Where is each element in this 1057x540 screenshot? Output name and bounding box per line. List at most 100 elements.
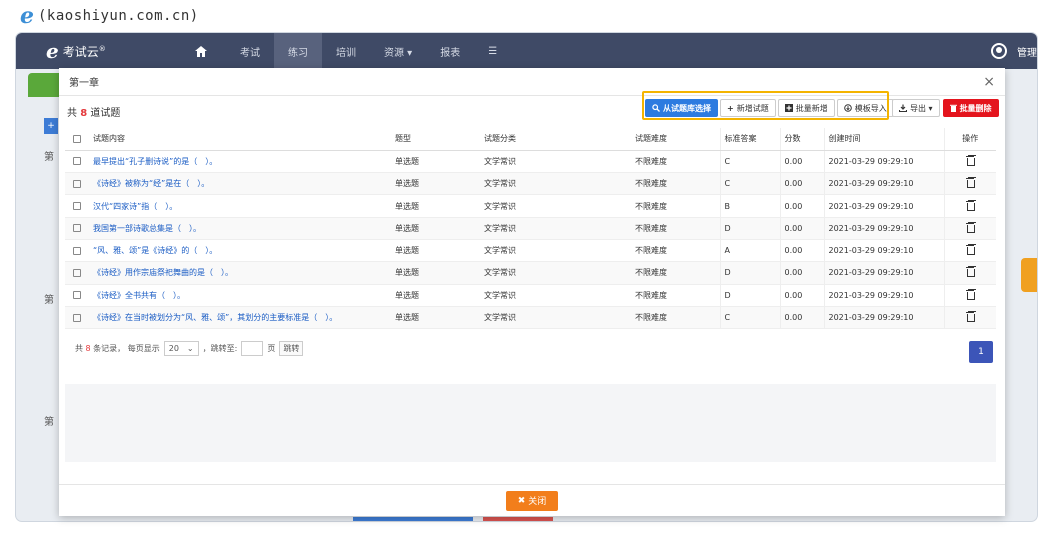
user-icon[interactable]	[991, 43, 1007, 59]
delete-icon[interactable]	[943, 261, 996, 285]
jump-page-input[interactable]	[241, 341, 264, 356]
watermark: 𝒆 (kaoshiyun.com.cn)	[20, 4, 199, 28]
close-icon[interactable]: ×	[983, 74, 995, 90]
plus-square-icon	[784, 104, 793, 112]
question-score: 0.00	[779, 150, 824, 174]
select-all-checkbox[interactable]	[65, 128, 89, 151]
question-content[interactable]: “风、雅、颂”是《诗经》的（ ）。	[89, 239, 391, 263]
question-difficulty: 不限难度	[631, 217, 720, 240]
brand[interactable]: e 考试云®	[46, 39, 156, 63]
table-row: 我国第一部诗歌总集是（ ）。 单选题 文学常识 不限难度 D 0.00 2021-03-29…	[65, 217, 996, 240]
row-checkbox[interactable]	[65, 306, 89, 330]
batch-add-button[interactable]: 批量新增	[777, 99, 835, 117]
page-number-button[interactable]: 1	[969, 341, 993, 363]
delete-icon[interactable]	[943, 306, 996, 330]
template-import-button[interactable]: 模板导入	[836, 99, 894, 117]
add-question-label: 新增试题	[736, 103, 769, 113]
row-checkbox[interactable]	[65, 217, 89, 240]
modal-header: 第一章 ×	[59, 68, 1005, 96]
menu-icon[interactable]: ☰	[474, 33, 511, 69]
created-time: 2021-03-29 09:29:10	[823, 261, 944, 285]
background-chapter-label: 第	[44, 417, 54, 428]
question-content[interactable]: 最早提出“孔子删诗说”的是（ ）。	[89, 150, 391, 174]
standard-answer: D	[719, 261, 780, 285]
standard-answer: C	[719, 306, 780, 330]
question-score: 0.00	[779, 217, 824, 240]
nav-right: 管理	[991, 43, 1037, 59]
question-content[interactable]: 《诗经》被称为“经”是在（ ）。	[89, 172, 391, 196]
total-count: 共 8 道试题	[67, 107, 121, 119]
question-content[interactable]: 《诗经》全书共有（ ）。	[89, 284, 391, 307]
select-from-bank-label: 从试题库选择	[663, 103, 711, 113]
question-category: 文学常识	[480, 150, 631, 174]
table-row: “风、雅、颂”是《诗经》的（ ）。 单选题 文学常识 不限难度 A 0.00 2021-03…	[65, 239, 996, 263]
empty-area	[65, 384, 996, 462]
question-difficulty: 不限难度	[631, 284, 720, 307]
question-category: 文学常识	[480, 284, 631, 307]
question-type: 单选题	[391, 239, 480, 263]
delete-icon[interactable]	[943, 284, 996, 307]
batch-delete-button[interactable]: 批量删除	[942, 99, 999, 117]
question-score: 0.00	[779, 261, 824, 285]
delete-icon[interactable]	[943, 194, 996, 218]
home-icon[interactable]	[176, 33, 226, 69]
batch-delete-label: 批量删除	[959, 103, 992, 113]
question-type: 单选题	[391, 217, 480, 240]
jump-button[interactable]: 跳转	[279, 341, 304, 356]
created-time: 2021-03-29 09:29:10	[823, 284, 944, 307]
question-content[interactable]: 《诗经》用作宗庙祭祀舞曲的是（ ）。	[89, 261, 391, 285]
row-checkbox[interactable]	[65, 150, 89, 174]
created-time: 2021-03-29 09:29:10	[823, 306, 944, 330]
question-type: 单选题	[391, 194, 480, 218]
standard-answer: D	[719, 217, 780, 240]
pagination: 共 8 条记录， 每页显示 20 ⌄ ，跳转至: 页 跳转	[75, 341, 304, 356]
question-content[interactable]: 我国第一部诗歌总集是（ ）。	[89, 217, 391, 240]
row-checkbox[interactable]	[65, 239, 89, 263]
question-score: 0.00	[779, 284, 824, 307]
background-add-button: +	[44, 118, 58, 134]
brand-name: 考试云®	[62, 44, 106, 59]
export-button[interactable]: 导出 ▾	[892, 99, 940, 117]
watermark-text: (kaoshiyun.com.cn)	[38, 8, 199, 24]
table-header: 试题内容 题型 试题分类 试题难度 标准答案 分数 创建时间 操作	[65, 128, 996, 151]
background-chapter-label: 第	[44, 152, 54, 163]
question-content[interactable]: 《诗经》在当时被划分为“风、雅、颂”，其划分的主要标准是（ ）。	[89, 306, 391, 330]
background-chapter-label: 第	[44, 295, 54, 306]
add-question-button[interactable]: + 新增试题	[720, 99, 776, 117]
question-difficulty: 不限难度	[631, 261, 720, 285]
delete-icon[interactable]	[943, 239, 996, 263]
page-unit: 页	[267, 344, 276, 353]
row-checkbox[interactable]	[65, 284, 89, 307]
standard-answer: C	[719, 172, 780, 196]
select-from-bank-button[interactable]: 从试题库选择	[645, 99, 718, 117]
nav-reports[interactable]: 报表	[426, 33, 474, 69]
question-type: 单选题	[391, 306, 480, 330]
nav-exam[interactable]: 考试	[226, 33, 274, 69]
question-content[interactable]: 汉代“四家诗”指（ ）。	[89, 194, 391, 218]
row-checkbox[interactable]	[65, 194, 89, 218]
close-button-label: 关闭	[528, 497, 547, 507]
row-checkbox[interactable]	[65, 261, 89, 285]
page-size-select[interactable]: 20 ⌄	[163, 341, 199, 356]
question-category: 文学常识	[480, 217, 631, 240]
question-difficulty: 不限难度	[631, 194, 720, 218]
table-row: 《诗经》被称为“经”是在（ ）。 单选题 文学常识 不限难度 C 0.00 2021-03-…	[65, 172, 996, 196]
delete-icon[interactable]	[943, 150, 996, 174]
standard-answer: A	[719, 239, 780, 263]
question-difficulty: 不限难度	[631, 239, 720, 263]
row-checkbox[interactable]	[65, 172, 89, 196]
question-score: 0.00	[779, 239, 824, 263]
question-difficulty: 不限难度	[631, 172, 720, 196]
question-type: 单选题	[391, 150, 480, 174]
nav-resources[interactable]: 资源 ▾	[370, 33, 426, 69]
nav-practice[interactable]: 练习	[274, 33, 322, 69]
question-category: 文学常识	[480, 239, 631, 263]
close-button[interactable]: ✖ 关闭	[505, 490, 559, 511]
column-header: 操作	[943, 128, 996, 151]
delete-icon[interactable]	[943, 172, 996, 196]
delete-icon[interactable]	[943, 217, 996, 240]
nav-training[interactable]: 培训	[322, 33, 370, 69]
jump-label: ，跳转至:	[202, 344, 238, 353]
brand-logo-icon: e	[46, 39, 59, 63]
nav-admin[interactable]: 管理	[1017, 44, 1037, 59]
